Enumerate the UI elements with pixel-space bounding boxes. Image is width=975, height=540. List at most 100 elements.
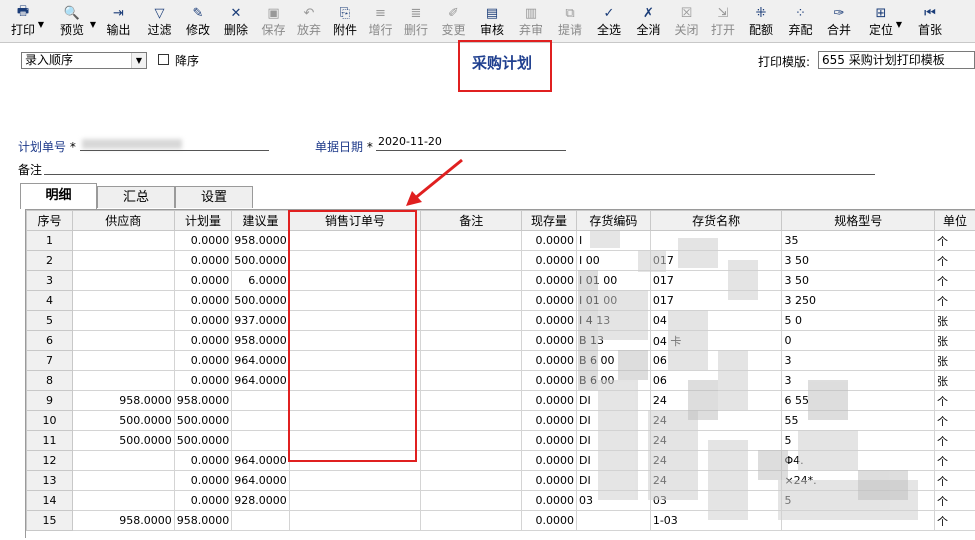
chevron-down-icon[interactable]: ▼ bbox=[90, 20, 96, 29]
tab-summary[interactable]: 汇总 bbox=[97, 186, 175, 208]
table-cell[interactable]: 张 bbox=[935, 351, 975, 371]
table-row[interactable]: 70.0000964.00000.0000B 6 00063张 bbox=[27, 351, 975, 371]
table-cell[interactable]: 24 bbox=[650, 391, 782, 411]
column-header[interactable]: 计划量 bbox=[174, 211, 232, 231]
table-cell[interactable] bbox=[289, 331, 421, 351]
table-cell[interactable]: 3 50 bbox=[782, 271, 935, 291]
table-cell[interactable]: 55 bbox=[782, 411, 935, 431]
table-cell[interactable] bbox=[232, 431, 290, 451]
table-cell[interactable]: 0.0000 bbox=[522, 331, 577, 351]
column-header[interactable]: 存货编码 bbox=[576, 211, 650, 231]
table-cell[interactable]: 10 bbox=[27, 411, 73, 431]
table-cell[interactable]: 张 bbox=[935, 311, 975, 331]
toolbar-button-24[interactable]: ⏮首张 bbox=[904, 0, 956, 42]
table-cell[interactable] bbox=[421, 231, 522, 251]
table-cell[interactable]: 9 bbox=[27, 391, 73, 411]
chevron-down-icon[interactable]: ▼ bbox=[38, 20, 44, 29]
table-row[interactable]: 30.00006.00000.0000I 01 000173 50个 bbox=[27, 271, 975, 291]
table-cell[interactable]: 3 250 bbox=[782, 291, 935, 311]
column-header[interactable]: 销售订单号 bbox=[289, 211, 421, 231]
table-cell[interactable]: 958.0000 bbox=[174, 511, 232, 531]
table-cell[interactable] bbox=[289, 371, 421, 391]
table-cell[interactable]: 6 55 bbox=[782, 391, 935, 411]
table-row[interactable]: 130.0000964.00000.0000DI24×24*.个 bbox=[27, 471, 975, 491]
table-cell[interactable] bbox=[421, 411, 522, 431]
table-cell[interactable] bbox=[421, 251, 522, 271]
print-template-select[interactable]: 655 采购计划打印模板 bbox=[818, 51, 975, 69]
table-cell[interactable] bbox=[650, 231, 782, 251]
table-row[interactable]: 15958.0000958.00000.00001-03个 bbox=[27, 511, 975, 531]
table-cell[interactable]: 0.0000 bbox=[522, 431, 577, 451]
table-cell[interactable]: 500.0000 bbox=[174, 431, 232, 451]
table-cell[interactable] bbox=[72, 331, 174, 351]
table-cell[interactable] bbox=[72, 471, 174, 491]
table-cell[interactable]: Φ4. bbox=[782, 451, 935, 471]
table-cell[interactable]: 964.0000 bbox=[232, 351, 290, 371]
table-cell[interactable]: 24 bbox=[650, 411, 782, 431]
table-cell[interactable]: 0.0000 bbox=[522, 271, 577, 291]
table-row[interactable]: 140.0000928.00000.0000 03035个 bbox=[27, 491, 975, 511]
table-cell[interactable] bbox=[421, 451, 522, 471]
table-cell[interactable]: 13 bbox=[27, 471, 73, 491]
sort-order-select[interactable]: 录入顺序 ▼ bbox=[21, 52, 147, 69]
table-cell[interactable]: 0.0000 bbox=[174, 231, 232, 251]
table-cell[interactable]: 964.0000 bbox=[232, 471, 290, 491]
table-cell[interactable]: 937.0000 bbox=[232, 311, 290, 331]
toolbar-button-7[interactable]: ▣保存 bbox=[256, 0, 291, 42]
table-cell[interactable]: 958.0000 bbox=[72, 511, 174, 531]
table-cell[interactable]: 1-03 bbox=[650, 511, 782, 531]
table-cell[interactable]: 0.0000 bbox=[174, 351, 232, 371]
table-cell[interactable]: 0.0000 bbox=[522, 251, 577, 271]
table-cell[interactable] bbox=[421, 471, 522, 491]
table-cell[interactable] bbox=[72, 271, 174, 291]
table-cell[interactable]: 3 bbox=[782, 351, 935, 371]
toolbar-button-23[interactable]: ⊞定位▼ bbox=[858, 0, 904, 42]
table-cell[interactable]: 0.0000 bbox=[522, 451, 577, 471]
table-cell[interactable] bbox=[421, 491, 522, 511]
table-cell[interactable]: 964.0000 bbox=[232, 371, 290, 391]
table-cell[interactable]: 500.0000 bbox=[232, 251, 290, 271]
table-cell[interactable]: I 4 13 bbox=[576, 311, 650, 331]
table-cell[interactable]: 0.0000 bbox=[522, 471, 577, 491]
table-row[interactable]: 20.0000500.00000.0000I 000173 50个 bbox=[27, 251, 975, 271]
tab-detail[interactable]: 明细 bbox=[20, 183, 97, 209]
table-cell[interactable]: 958.0000 bbox=[174, 391, 232, 411]
table-cell[interactable] bbox=[289, 391, 421, 411]
table-cell[interactable] bbox=[421, 331, 522, 351]
table-cell[interactable]: 张 bbox=[935, 331, 975, 351]
table-cell[interactable] bbox=[72, 451, 174, 471]
table-cell[interactable]: 6 bbox=[27, 331, 73, 351]
table-cell[interactable]: 24 bbox=[650, 471, 782, 491]
descending-checkbox[interactable] bbox=[158, 54, 169, 65]
table-cell[interactable] bbox=[72, 371, 174, 391]
table-cell[interactable]: I 01 00 bbox=[576, 271, 650, 291]
table-cell[interactable]: 0.0000 bbox=[174, 491, 232, 511]
table-cell[interactable]: 个 bbox=[935, 451, 975, 471]
toolbar-button-12[interactable]: ✐变更 bbox=[434, 0, 473, 42]
table-cell[interactable] bbox=[289, 231, 421, 251]
table-cell[interactable] bbox=[421, 511, 522, 531]
table-cell[interactable]: 12 bbox=[27, 451, 73, 471]
table-cell[interactable] bbox=[232, 411, 290, 431]
table-row[interactable]: 120.0000964.00000.0000DI24Φ4.个 bbox=[27, 451, 975, 471]
table-cell[interactable] bbox=[72, 491, 174, 511]
table-cell[interactable]: 个 bbox=[935, 291, 975, 311]
table-cell[interactable] bbox=[289, 511, 421, 531]
column-header[interactable]: 单位 bbox=[935, 211, 975, 231]
toolbar-button-20[interactable]: ⁜配额 bbox=[741, 0, 781, 42]
table-cell[interactable] bbox=[289, 351, 421, 371]
table-cell[interactable]: 0.0000 bbox=[522, 231, 577, 251]
table-cell[interactable] bbox=[289, 311, 421, 331]
table-cell[interactable]: I bbox=[576, 231, 650, 251]
toolbar-button-17[interactable]: ✗全消 bbox=[629, 0, 668, 42]
table-cell[interactable]: 4 bbox=[27, 291, 73, 311]
table-cell[interactable]: 0.0000 bbox=[522, 291, 577, 311]
table-cell[interactable]: 017 bbox=[650, 251, 782, 271]
table-cell[interactable]: 11 bbox=[27, 431, 73, 451]
table-cell[interactable]: 06 bbox=[650, 351, 782, 371]
table-cell[interactable]: 3 bbox=[782, 371, 935, 391]
table-cell[interactable]: 928.0000 bbox=[232, 491, 290, 511]
table-cell[interactable]: 0.0000 bbox=[174, 311, 232, 331]
column-header[interactable]: 序号 bbox=[27, 211, 73, 231]
toolbar-button-5[interactable]: ✎修改 bbox=[180, 0, 216, 42]
